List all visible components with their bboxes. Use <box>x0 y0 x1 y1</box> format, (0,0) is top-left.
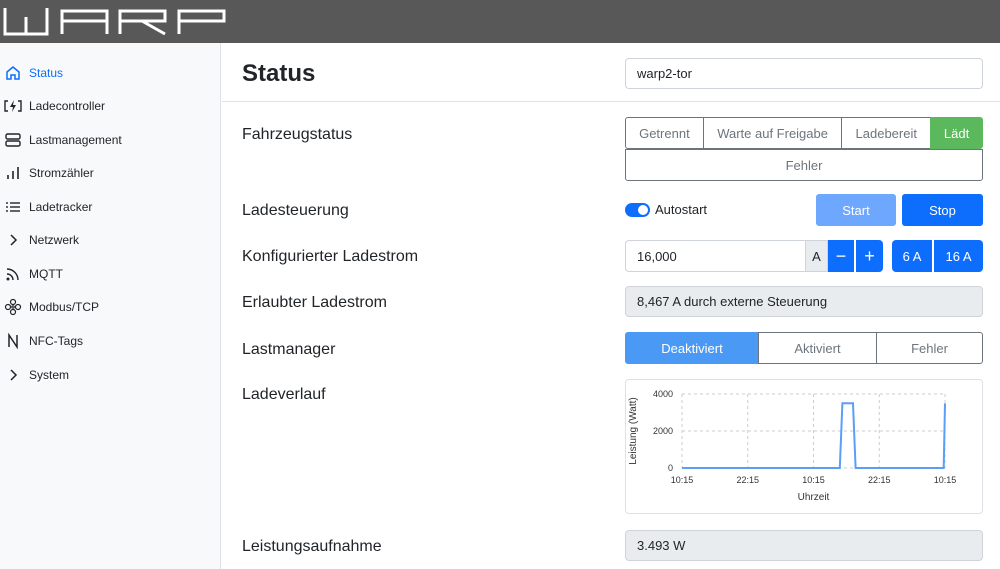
state-fehler: Fehler <box>625 149 983 181</box>
state-warte-auf-freigabe: Warte auf Freigabe <box>702 117 843 149</box>
chevron-right-icon <box>4 231 22 249</box>
ladesteuerung-label: Ladesteuerung <box>242 202 349 219</box>
x-tick-label: 10:15 <box>802 475 825 485</box>
sidebar-item-label: System <box>29 368 70 382</box>
sidebar-item-lastmanagement[interactable]: Lastmanagement <box>0 125 220 155</box>
sidebar-item-label: Lastmanagement <box>29 133 122 147</box>
sidebar-item-label: NFC-Tags <box>29 334 84 348</box>
fahrzeugstatus-label: Fahrzeugstatus <box>242 126 353 143</box>
page-title: Status <box>242 60 316 87</box>
preset-16a-button[interactable]: 16 A <box>934 240 983 272</box>
bar-chart-icon <box>4 164 22 182</box>
device-name-field[interactable]: warp2-tor <box>625 58 983 89</box>
x-tick-label: 10:15 <box>671 475 694 485</box>
sidebar-item-stromzaehler[interactable]: Stromzähler <box>0 158 220 188</box>
sidebar-item-mqtt[interactable]: MQTT <box>0 259 220 289</box>
lastmanager-group: Deaktiviert Aktiviert Fehler <box>625 332 983 364</box>
state-ladebereit: Ladebereit <box>841 117 932 149</box>
vehicle-error-group: Fehler <box>625 149 983 181</box>
modbus-icon <box>4 298 22 316</box>
autostart-toggle[interactable] <box>625 203 650 217</box>
home-icon <box>4 64 22 82</box>
sidebar-item-label: MQTT <box>29 267 63 281</box>
sidebar-item-modbus[interactable]: Modbus/TCP <box>0 292 220 322</box>
stop-button[interactable]: Stop <box>902 194 983 226</box>
vehicle-state-group: Getrennt Warte auf Freigabe Ladebereit L… <box>625 117 983 149</box>
start-button[interactable]: Start <box>816 194 896 226</box>
state-getrennt: Getrennt <box>625 117 704 149</box>
sidebar-item-system[interactable]: System <box>0 360 220 390</box>
lastmanager-label: Lastmanager <box>242 341 336 358</box>
leistungsaufnahme-field: 3.493 W <box>625 530 983 561</box>
erlaubter-ladestrom-field: 8,467 A durch externe Steuerung <box>625 286 983 317</box>
sidebar-item-ladecontroller[interactable]: Ladecontroller <box>0 91 220 121</box>
lastmanager-fehler: Fehler <box>876 332 983 364</box>
y-tick-label: 4000 <box>653 389 673 399</box>
title-row: Status warp2-tor <box>222 43 1000 102</box>
sidebar-item-netzwerk[interactable]: Netzwerk <box>0 225 220 255</box>
main-content: Status warp2-tor Fahrzeugstatus Getrennt… <box>222 43 1000 569</box>
sidebar-item-label: Netzwerk <box>29 233 80 247</box>
lastmanager-aktiviert: Aktiviert <box>758 332 877 364</box>
nfc-icon <box>4 332 22 350</box>
sidebar-item-ladetracker[interactable]: Ladetracker <box>0 192 220 222</box>
charger-icon <box>4 97 22 115</box>
top-bar <box>0 0 1000 43</box>
chart-svg: 4000 2000 0 10:15 22:15 10:15 22:15 10:15 Uhrzei… <box>628 389 957 503</box>
y-axis-title: Leistung (Watt) <box>628 397 639 464</box>
sidebar-item-status[interactable]: Status <box>0 58 220 88</box>
list-icon <box>4 198 22 216</box>
sidebar: Status Ladecontroller Lastmanagement Str… <box>0 43 221 569</box>
ladeverlauf-chart: 4000 2000 0 10:15 22:15 10:15 22:15 10:15 Uhrzei… <box>625 379 983 514</box>
decrease-button[interactable]: − <box>828 240 854 272</box>
lastmanager-deaktiviert: Deaktiviert <box>625 332 759 364</box>
autostart-label: Autostart <box>655 202 708 217</box>
sidebar-item-label: Stromzähler <box>29 166 94 180</box>
ladestrom-input[interactable]: 16,000 <box>625 240 806 272</box>
state-laedt: Lädt <box>930 117 983 149</box>
sidebar-item-nfc-tags[interactable]: NFC-Tags <box>0 326 220 356</box>
erlaubter-ladestrom-label: Erlaubter Ladestrom <box>242 294 387 311</box>
unit-addon: A <box>805 240 828 272</box>
y-tick-label: 0 <box>668 463 673 473</box>
x-tick-label: 10:15 <box>934 475 957 485</box>
x-axis-title: Uhrzeit <box>798 492 830 503</box>
sidebar-item-label: Modbus/TCP <box>29 300 100 314</box>
sidebar-item-label: Ladecontroller <box>29 99 106 113</box>
leistungsaufnahme-label: Leistungsaufnahme <box>242 538 382 555</box>
sidebar-item-label: Ladetracker <box>29 200 93 214</box>
konfigurierter-ladestrom-label: Konfigurierter Ladestrom <box>242 248 419 265</box>
ladeverlauf-label: Ladeverlauf <box>242 386 326 403</box>
chevron-right-icon <box>4 366 22 384</box>
rss-icon <box>4 265 22 283</box>
preset-6a-button[interactable]: 6 A <box>892 240 932 272</box>
warp-logo <box>3 8 226 36</box>
x-tick-label: 22:15 <box>868 475 891 485</box>
sidebar-item-label: Status <box>29 66 64 80</box>
x-tick-label: 22:15 <box>736 475 759 485</box>
y-tick-label: 2000 <box>653 426 673 436</box>
increase-button[interactable]: + <box>856 240 883 272</box>
server-icon <box>4 131 22 149</box>
